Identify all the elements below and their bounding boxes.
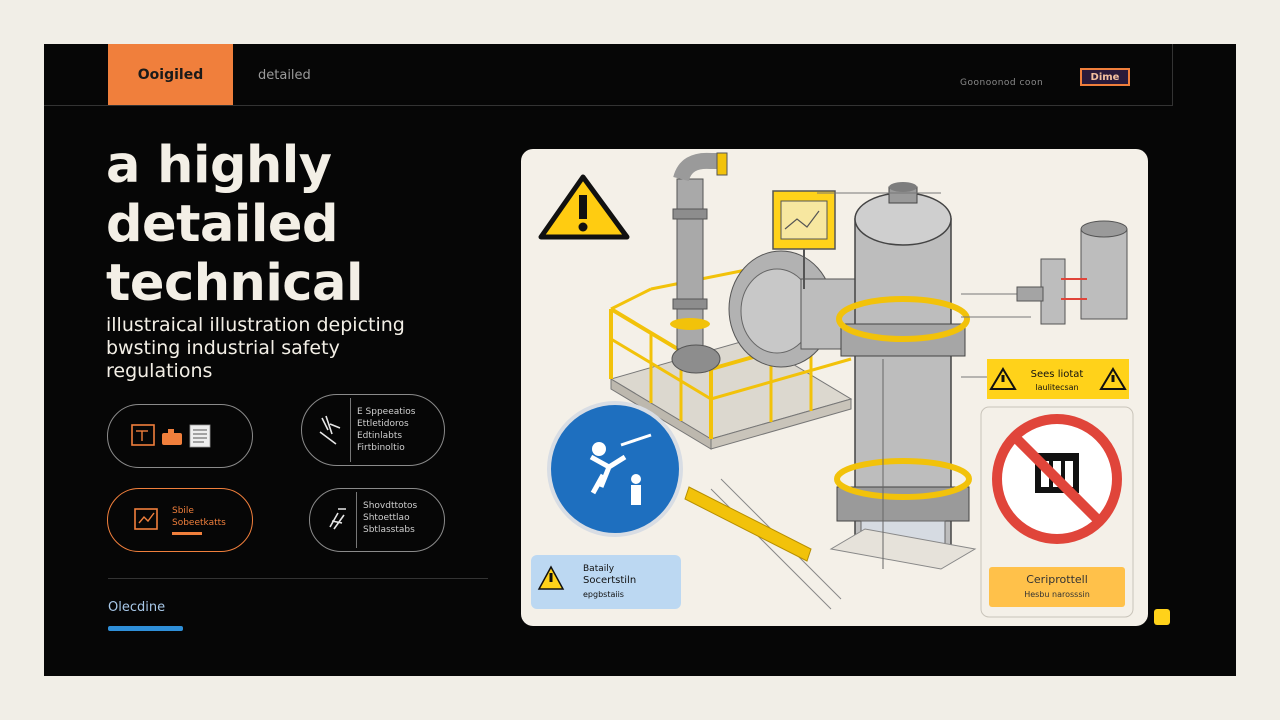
subtitle-line-2: bwsting industrial safety	[106, 337, 340, 359]
title-line-2: detailed	[106, 195, 338, 254]
illustration-card: Sees liotat laulitecsan Ceriprottell Hes…	[521, 149, 1148, 626]
subtitle-line-1: illustraical illustration depicting	[106, 314, 405, 336]
warning-triangle-icon	[538, 174, 630, 240]
header-meta-text: Goonoonod coon	[960, 78, 1044, 88]
page-title: a highly detailed technical	[106, 136, 506, 313]
feature-pill-specifications[interactable]: E Sppeeatios Ettletidoros Edtinlabts Fir…	[301, 394, 445, 466]
info-label-text: Socertstiln	[583, 575, 636, 586]
pill-line: Ettletidoros	[357, 419, 409, 429]
divider	[108, 578, 488, 579]
subtitle-line-3: regulations	[106, 360, 213, 382]
pill-line: Shovdttotos	[363, 501, 418, 511]
pill-line: Firtbinoltio	[357, 443, 405, 453]
slide-frame: Ooigiled detailed Goonoonod coon Dime a …	[44, 44, 1236, 676]
documents-icon	[131, 424, 211, 448]
feature-pill-showcase[interactable]: Shovdttotos Shtoettlao Sbtlasstabs	[309, 488, 445, 552]
orange-label-text: Ceriprottell	[1026, 573, 1088, 586]
feature-pill-documents[interactable]	[107, 404, 253, 468]
progress-indicator	[108, 626, 183, 631]
pill-line: Edtinlabts	[357, 431, 403, 441]
pill-line: Sbile	[172, 506, 194, 516]
mandatory-sign-icon	[547, 401, 683, 537]
prohibition-sign-panel: Ceriprottell Hesbu narosssin	[980, 406, 1134, 618]
wrench-icon	[329, 508, 346, 530]
pressure-vessel	[829, 182, 977, 570]
warning-label: Sees liotat laulitecsan	[987, 359, 1129, 399]
pill-line: Sbtlasstabs	[363, 525, 415, 535]
info-label-text: Bataily	[583, 564, 615, 574]
industrial-illustration: Sees liotat laulitecsan Ceriprottell Hes…	[531, 152, 1134, 618]
pill-underline	[172, 532, 202, 535]
title-line-1: a highly	[106, 136, 332, 195]
page-subtitle: illustraical illustration depicting bwst…	[106, 314, 486, 383]
orange-label-subtext: Hesbu narosssin	[1024, 590, 1090, 599]
header-badge[interactable]: Dime	[1080, 68, 1130, 86]
pill-line: Sobeetkatts	[172, 518, 226, 528]
warning-label-text: Sees liotat	[1031, 369, 1084, 380]
status-dot	[1154, 609, 1170, 625]
info-label-subtext: epgbstaiis	[583, 590, 624, 599]
footer-label[interactable]: Olecdine	[108, 600, 165, 615]
feature-pill-safety[interactable]: Sbile Sobeetkatts	[107, 488, 253, 552]
pill-line: E Sppeeatios	[357, 407, 416, 417]
checklist-icon	[134, 508, 158, 530]
tab-detailed[interactable]: detailed	[258, 68, 311, 83]
divider	[1172, 44, 1173, 106]
tab-active[interactable]: Ooigiled	[108, 44, 233, 105]
top-navigation-bar: Ooigiled detailed Goonoonod coon Dime	[44, 44, 1172, 106]
info-label: Bataily Socertstiln epgbstaiis	[531, 555, 681, 609]
pill-line: Shtoettlao	[363, 513, 410, 523]
safety-bar	[684, 486, 812, 562]
pump-detail	[1016, 220, 1128, 325]
tools-icon	[319, 415, 341, 445]
warning-label-subtext: laulitecsan	[1035, 383, 1078, 392]
pipe-assembly	[670, 152, 728, 374]
title-line-3: technical	[106, 254, 363, 313]
